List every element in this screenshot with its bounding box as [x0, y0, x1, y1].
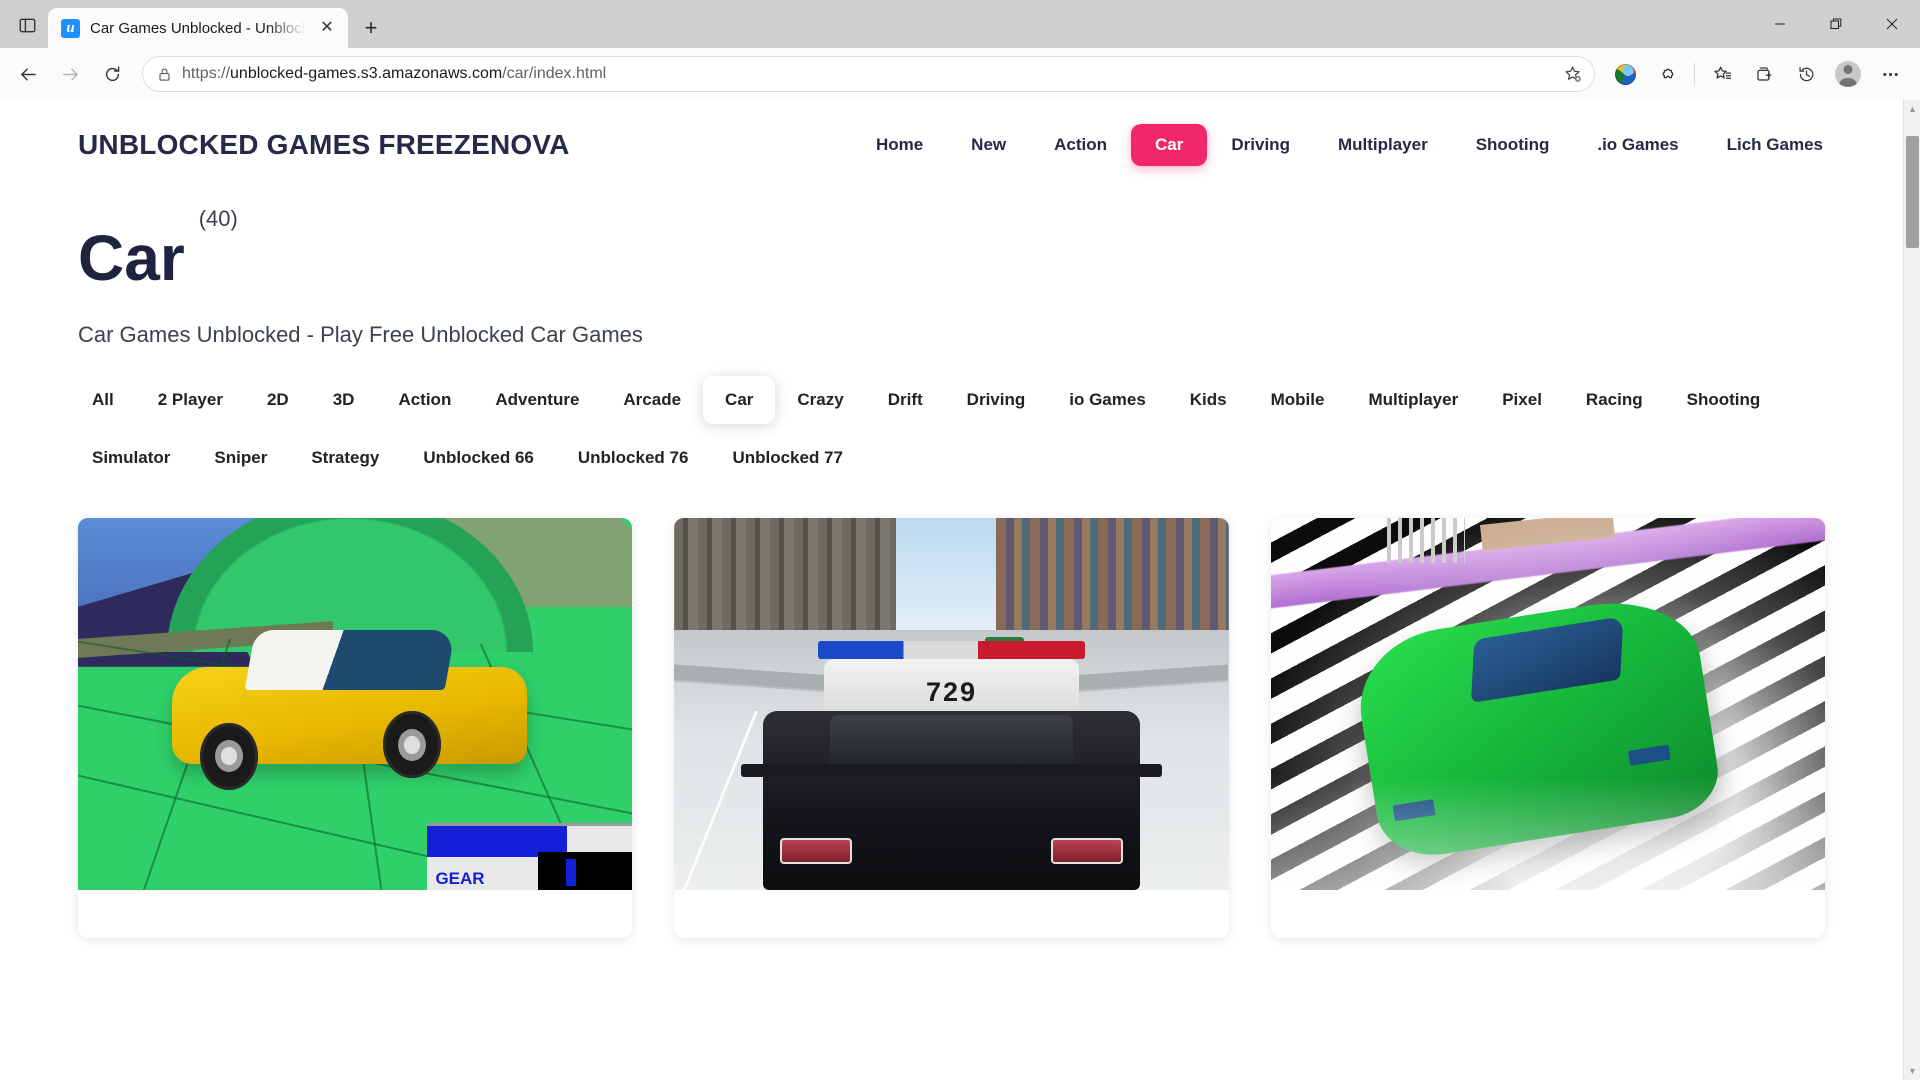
filter-chip-racing[interactable]: Racing [1564, 376, 1665, 424]
filter-chip-strategy[interactable]: Strategy [289, 434, 401, 482]
game-card-caption [1271, 890, 1825, 938]
tab-close-icon[interactable]: ✕ [316, 17, 338, 39]
back-arrow-icon[interactable] [8, 54, 48, 94]
category-filter-list: All 2 Player 2D 3D Action Adventure Arca… [0, 348, 1903, 482]
scroll-down-arrow-icon[interactable]: ▼ [1904, 1062, 1920, 1080]
game-count: (40) [198, 205, 238, 231]
game-card[interactable]: 729 [674, 518, 1229, 938]
nav-item-lich-games[interactable]: Lich Games [1703, 124, 1847, 166]
web-page: UNBLOCKED GAMES FREEZENOVA Home New Acti… [0, 100, 1903, 1080]
filter-chip-unblocked-77[interactable]: Unblocked 77 [710, 434, 865, 482]
main-navigation: Home New Action Car Driving Multiplayer … [600, 124, 1847, 166]
address-bar-url: https://unblocked-games.s3.amazonaws.com… [182, 65, 607, 82]
page-scrollbar[interactable]: ▲ ▼ [1903, 100, 1920, 1080]
game-card[interactable]: GEAR [78, 518, 633, 938]
filter-chip-2d[interactable]: 2D [245, 376, 311, 424]
site-logo[interactable]: UNBLOCKED GAMES FREEZENOVA [78, 129, 570, 161]
filter-chip-unblocked-66[interactable]: Unblocked 66 [401, 434, 556, 482]
filter-chip-crazy[interactable]: Crazy [775, 376, 865, 424]
avatar [1835, 61, 1861, 87]
tab-favicon-icon: u [61, 18, 80, 38]
nav-item-driving[interactable]: Driving [1207, 124, 1314, 166]
filter-chip-multiplayer[interactable]: Multiplayer [1346, 376, 1480, 424]
game-card-caption [674, 890, 1228, 938]
scrollbar-thumb[interactable] [1906, 136, 1919, 248]
tab-title: Car Games Unblocked - Unblock [90, 19, 306, 37]
address-bar[interactable]: https://unblocked-games.s3.amazonaws.com… [142, 56, 1595, 92]
nav-item-home[interactable]: Home [852, 124, 947, 166]
filter-chip-sniper[interactable]: Sniper [192, 434, 289, 482]
collections-icon[interactable] [1744, 54, 1784, 94]
extensions-puzzle-icon[interactable] [1647, 54, 1687, 94]
tab-search-icon[interactable] [8, 6, 46, 44]
filter-chip-pixel[interactable]: Pixel [1480, 376, 1564, 424]
filter-chip-adventure[interactable]: Adventure [473, 376, 601, 424]
favorites-star-icon[interactable] [1702, 54, 1742, 94]
game-thumbnail-police-car[interactable]: 729 [674, 518, 1229, 890]
scroll-up-arrow-icon[interactable]: ▲ [1904, 100, 1920, 118]
filter-chip-2-player[interactable]: 2 Player [136, 376, 245, 424]
hud-gear-label: GEAR [435, 868, 485, 888]
history-icon[interactable] [1786, 54, 1826, 94]
game-card-caption [78, 890, 632, 938]
filter-chip-driving[interactable]: Driving [945, 376, 1048, 424]
filter-chip-shooting[interactable]: Shooting [1665, 376, 1783, 424]
idm-extension-icon[interactable] [1605, 54, 1645, 94]
filter-chip-3d[interactable]: 3D [311, 376, 377, 424]
filter-chip-simulator[interactable]: Simulator [70, 434, 192, 482]
browser-tab[interactable]: u Car Games Unblocked - Unblock ✕ [48, 8, 348, 48]
filter-chip-car[interactable]: Car [703, 376, 776, 424]
site-header: UNBLOCKED GAMES FREEZENOVA Home New Acti… [0, 100, 1903, 186]
game-card-grid: GEAR 729 [0, 518, 1903, 938]
category-title-block: Car(40) Car Games Unblocked - Play Free … [0, 186, 1903, 348]
nav-item-action[interactable]: Action [1030, 124, 1131, 166]
filter-chip-io-games[interactable]: io Games [1047, 376, 1168, 424]
restore-icon[interactable] [1808, 0, 1864, 48]
browser-toolbar: https://unblocked-games.s3.amazonaws.com… [0, 48, 1920, 100]
filter-chip-unblocked-76[interactable]: Unblocked 76 [556, 434, 711, 482]
tab-strip: u Car Games Unblocked - Unblock ✕ + [0, 0, 1920, 48]
game-hud: GEAR [427, 823, 633, 890]
forward-arrow-icon[interactable] [50, 54, 90, 94]
page-title: Car(40) [78, 205, 238, 294]
game-thumbnail-green-car[interactable] [1270, 518, 1825, 890]
filter-chip-drift[interactable]: Drift [866, 376, 945, 424]
game-card[interactable] [1270, 518, 1825, 938]
nav-item-multiplayer[interactable]: Multiplayer [1314, 124, 1452, 166]
page-viewport: UNBLOCKED GAMES FREEZENOVA Home New Acti… [0, 100, 1920, 1080]
filter-chip-arcade[interactable]: Arcade [601, 376, 703, 424]
refresh-icon[interactable] [92, 54, 132, 94]
browser-window: u Car Games Unblocked - Unblock ✕ + http… [0, 0, 1920, 1080]
lock-icon [159, 68, 170, 81]
profile-avatar-icon[interactable] [1828, 54, 1868, 94]
page-subtitle: Car Games Unblocked - Play Free Unblocke… [78, 322, 643, 347]
settings-ellipsis-icon[interactable] [1870, 54, 1910, 94]
window-controls [1752, 0, 1920, 48]
filter-chip-mobile[interactable]: Mobile [1249, 376, 1347, 424]
nav-item-shooting[interactable]: Shooting [1452, 124, 1574, 166]
toolbar-divider [1694, 63, 1695, 85]
game-thumbnail-yellow-car[interactable]: GEAR [78, 518, 633, 890]
filter-chip-all[interactable]: All [70, 376, 136, 424]
nav-item-car[interactable]: Car [1131, 124, 1208, 166]
add-favorite-star-icon[interactable] [1558, 59, 1588, 89]
nav-item-new[interactable]: New [947, 124, 1030, 166]
filter-chip-action[interactable]: Action [376, 376, 473, 424]
nav-item-io-games[interactable]: .io Games [1573, 124, 1702, 166]
minimize-icon[interactable] [1752, 0, 1808, 48]
new-tab-button[interactable]: + [354, 11, 388, 45]
filter-chip-kids[interactable]: Kids [1168, 376, 1249, 424]
close-icon[interactable] [1864, 0, 1920, 48]
